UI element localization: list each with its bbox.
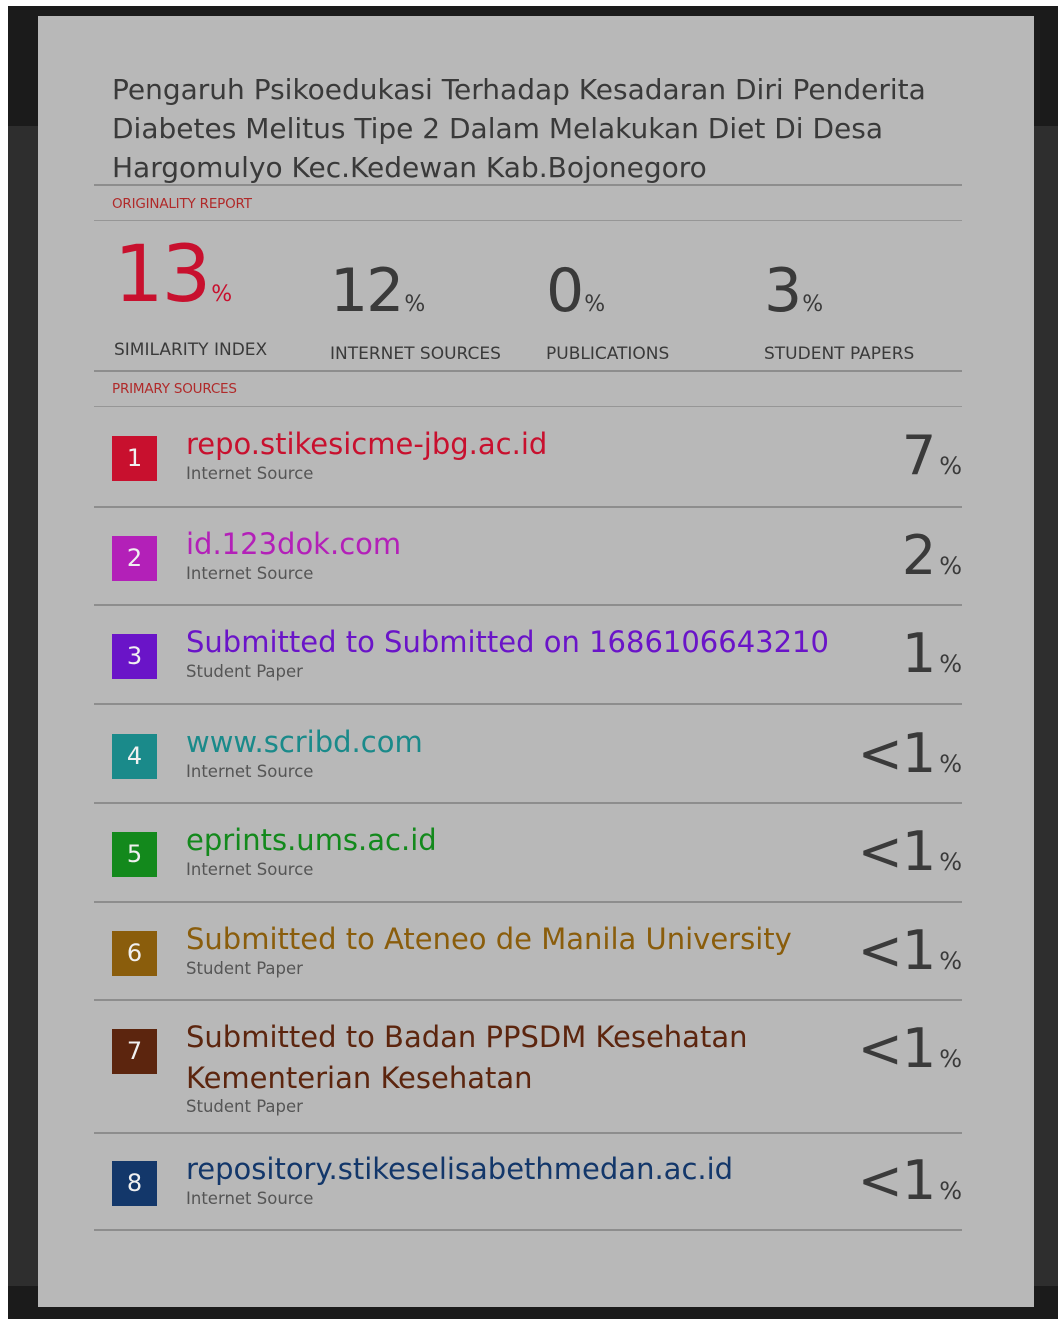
source-rank-badge: 2 bbox=[112, 536, 157, 581]
source-type: Student Paper bbox=[186, 1097, 303, 1116]
source-share: <1% bbox=[857, 1149, 962, 1212]
source-row[interactable]: 8 repository.stikeselisabethmedan.ac.id … bbox=[94, 1149, 962, 1231]
document-title: Pengaruh Psikoedukasi Terhadap Kesadaran… bbox=[112, 73, 926, 184]
internet-sources-value: 12% bbox=[330, 256, 426, 326]
source-name[interactable]: Submitted to Submitted on 1686106643210 bbox=[186, 622, 866, 663]
source-rank-badge: 6 bbox=[112, 931, 157, 976]
divider bbox=[94, 184, 962, 186]
primary-sources-label: PRIMARY SOURCES bbox=[112, 381, 237, 397]
source-rank-badge: 3 bbox=[112, 634, 157, 679]
source-type: Internet Source bbox=[186, 464, 314, 483]
publications-stat: 0% PUBLICATIONS bbox=[546, 256, 669, 364]
divider bbox=[94, 406, 962, 407]
source-row[interactable]: 2 id.123dok.com Internet Source 2% bbox=[94, 524, 962, 606]
divider bbox=[94, 1132, 962, 1134]
publications-value: 0% bbox=[546, 256, 606, 326]
divider bbox=[94, 604, 962, 606]
divider bbox=[94, 999, 962, 1001]
originality-report-page: Pengaruh Psikoedukasi Terhadap Kesadaran… bbox=[38, 16, 1034, 1307]
source-share: <1% bbox=[857, 820, 962, 883]
background-shade bbox=[8, 126, 38, 1286]
source-type: Internet Source bbox=[186, 762, 314, 781]
background-shade bbox=[1034, 126, 1058, 1286]
source-row[interactable]: 4 www.scribd.com Internet Source <1% bbox=[94, 722, 962, 804]
source-type: Internet Source bbox=[186, 860, 314, 879]
source-type: Student Paper bbox=[186, 662, 303, 681]
similarity-value: 13% bbox=[114, 230, 233, 320]
divider bbox=[94, 703, 962, 705]
originality-report-label: ORIGINALITY REPORT bbox=[112, 196, 252, 212]
source-share: 1% bbox=[901, 622, 962, 685]
source-rank-badge: 4 bbox=[112, 734, 157, 779]
source-share: <1% bbox=[857, 1017, 962, 1080]
divider bbox=[94, 506, 962, 508]
source-name[interactable]: www.scribd.com bbox=[186, 722, 826, 763]
source-rank-badge: 8 bbox=[112, 1161, 157, 1206]
similarity-index: 13% SIMILARITY INDEX bbox=[114, 234, 267, 360]
student-papers-label: STUDENT PAPERS bbox=[764, 344, 915, 364]
source-row[interactable]: 5 eprints.ums.ac.id Internet Source <1% bbox=[94, 820, 962, 902]
divider bbox=[94, 1229, 962, 1231]
source-name[interactable]: eprints.ums.ac.id bbox=[186, 820, 826, 861]
source-row[interactable]: 3 Submitted to Submitted on 168610664321… bbox=[94, 622, 962, 704]
divider bbox=[94, 370, 962, 372]
source-row[interactable]: 7 Submitted to Badan PPSDM Kesehatan Kem… bbox=[94, 1017, 962, 1133]
source-share: 2% bbox=[901, 524, 962, 587]
divider bbox=[94, 901, 962, 903]
internet-sources-label: INTERNET SOURCES bbox=[330, 344, 501, 364]
student-papers-stat: 3% STUDENT PAPERS bbox=[764, 256, 914, 364]
source-share: <1% bbox=[857, 919, 962, 982]
source-name[interactable]: Submitted to Ateneo de Manila University bbox=[186, 919, 826, 960]
internet-sources-stat: 12% INTERNET SOURCES bbox=[330, 256, 501, 364]
publications-label: PUBLICATIONS bbox=[546, 344, 670, 364]
source-rank-badge: 5 bbox=[112, 832, 157, 877]
source-type: Student Paper bbox=[186, 959, 303, 978]
source-name[interactable]: repository.stikeselisabethmedan.ac.id bbox=[186, 1149, 826, 1190]
source-rank-badge: 7 bbox=[112, 1029, 157, 1074]
source-row[interactable]: 1 repo.stikesicme-jbg.ac.id Internet Sou… bbox=[94, 424, 962, 506]
divider bbox=[94, 220, 962, 221]
similarity-label: SIMILARITY INDEX bbox=[114, 340, 268, 360]
source-name[interactable]: id.123dok.com bbox=[186, 524, 826, 565]
student-papers-value: 3% bbox=[764, 256, 824, 326]
source-share: <1% bbox=[857, 722, 962, 785]
source-rank-badge: 1 bbox=[112, 436, 157, 481]
source-share: 7% bbox=[901, 424, 962, 487]
source-type: Internet Source bbox=[186, 564, 314, 583]
source-name[interactable]: Submitted to Badan PPSDM Kesehatan Kemen… bbox=[186, 1017, 786, 1099]
source-name[interactable]: repo.stikesicme-jbg.ac.id bbox=[186, 424, 826, 465]
divider bbox=[94, 802, 962, 804]
source-row[interactable]: 6 Submitted to Ateneo de Manila Universi… bbox=[94, 919, 962, 1001]
source-type: Internet Source bbox=[186, 1189, 314, 1208]
